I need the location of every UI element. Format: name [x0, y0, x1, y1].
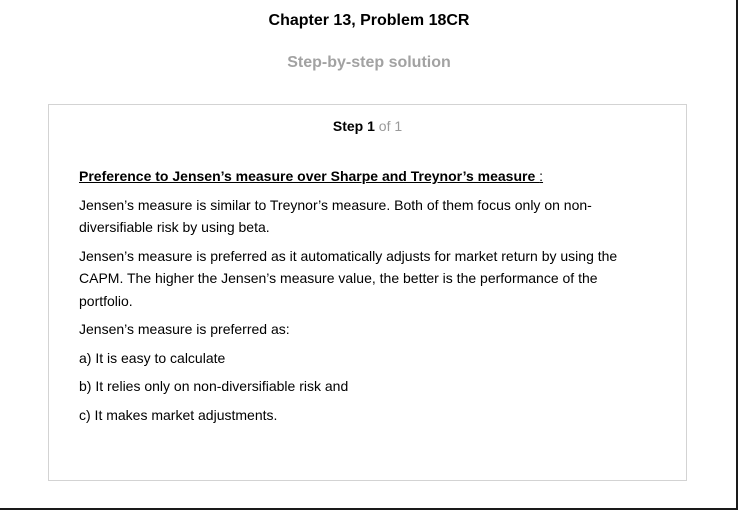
solution-list-item: a) It is easy to calculate: [79, 349, 226, 366]
solution-paragraph: Jensen’s measure is preferred as it auto…: [79, 247, 618, 309]
solution-list-item: c) It makes market adjustments.: [79, 406, 278, 423]
step-total: of 1: [378, 118, 403, 134]
solution-paragraph: Jensen’s measure is similar to Treynor’s…: [79, 196, 592, 236]
solution-paragraph: Jensen’s measure is preferred as:: [79, 321, 290, 337]
step-label: Step 1: [332, 118, 375, 134]
solution-content: Preference to Jensen’s measure over Shar…: [79, 165, 639, 432]
page-title: Chapter 13, Problem 18CR: [268, 12, 470, 29]
solution-list-item: b) It relies only on non-diversifiable r…: [79, 378, 349, 394]
page-subtitle: Step-by-step solution: [287, 54, 451, 71]
solution-card: Step 1 of 1 Preference to Jensen’s measu…: [48, 104, 687, 481]
step-indicator: Step 1 of 1: [49, 118, 686, 135]
solution-heading: Preference to Jensen’s measure over Shar…: [79, 168, 544, 184]
